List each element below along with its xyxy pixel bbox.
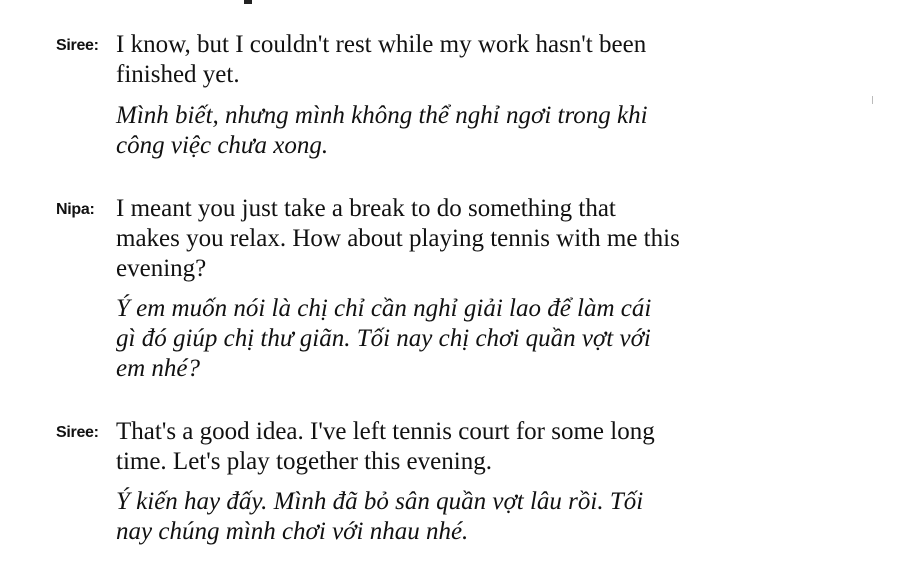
vietnamese-line: Ý em muốn nói là chị chỉ cần nghỉ giải l… <box>116 295 652 322</box>
speaker-label: Siree: <box>56 424 99 441</box>
english-line: finished yet. <box>116 61 240 88</box>
english-line: evening? <box>116 255 207 282</box>
english-line: I meant you just take a break to do some… <box>116 195 616 222</box>
vietnamese-line: Mình biết, nhưng mình không thể nghỉ ngơ… <box>116 102 648 129</box>
speaker-label: Nipa: <box>56 201 95 218</box>
scan-artifact-mark <box>872 96 873 104</box>
vietnamese-line: em nhé? <box>116 355 200 382</box>
vietnamese-line: gì đó giúp chị thư giãn. Tối nay chị chơ… <box>116 325 651 352</box>
english-line: That's a good idea. I've left tennis cou… <box>116 418 655 445</box>
vietnamese-line: công việc chưa xong. <box>116 132 329 159</box>
english-line: makes you relax. How about playing tenni… <box>116 225 680 252</box>
vietnamese-line: nay chúng mình chơi với nhau nhé. <box>116 518 469 545</box>
speaker-label: Siree: <box>56 37 99 54</box>
english-line: I know, but I couldn't rest while my wor… <box>116 31 647 58</box>
scan-artifact-mark <box>244 0 252 4</box>
english-line: time. Let's play together this evening. <box>116 448 492 475</box>
vietnamese-line: Ý kiến hay đấy. Mình đã bỏ sân quần vợt … <box>116 488 644 515</box>
document-page: Siree: I know, but I couldn't rest while… <box>0 0 902 565</box>
